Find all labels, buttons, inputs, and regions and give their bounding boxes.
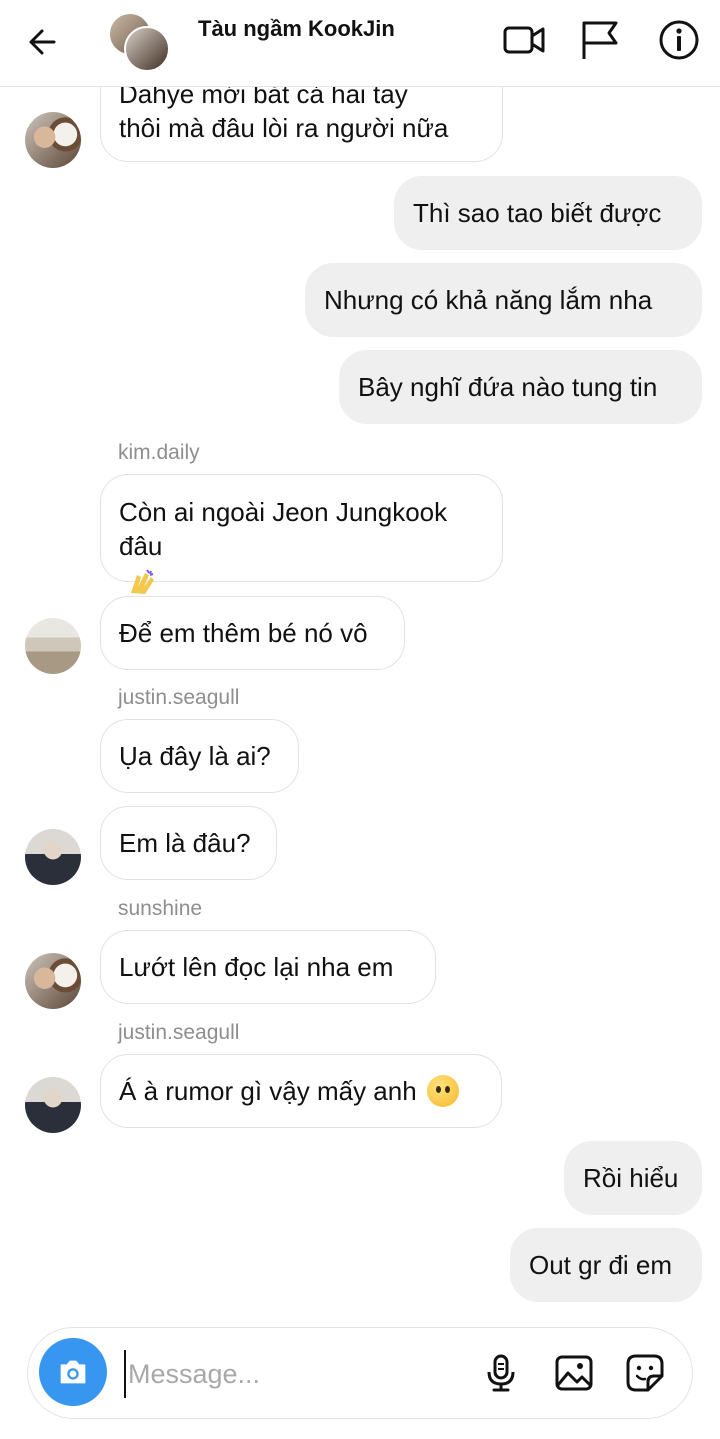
avatar-sender[interactable]: [25, 953, 81, 1009]
info-icon[interactable]: [657, 18, 701, 62]
avatar-sender[interactable]: [25, 1077, 81, 1133]
message-thread: Dahye mới bắt cả hai tay thôi mà đâu lòi…: [0, 0, 720, 1439]
message-bubble-outgoing[interactable]: Rồi hiểu: [564, 1141, 702, 1215]
chat-title[interactable]: Tàu ngầm KookJin: [198, 16, 395, 42]
message-bubble-incoming[interactable]: Còn ai ngoài Jeon Jungkook đâu: [100, 474, 503, 595]
message-composer: [27, 1327, 693, 1419]
message-text: thôi mà đâu lòi ra người nữa: [119, 113, 449, 143]
message-text: Nhưng có khả năng lắm nha: [324, 285, 653, 315]
message-bubble-outgoing[interactable]: Thì sao tao biết được: [394, 176, 702, 250]
message-text: Ụa đây là ai?: [119, 741, 271, 771]
message-text: Bây nghĩ đứa nào tung tin: [358, 372, 658, 402]
message-bubble-incoming[interactable]: Để em thêm bé nó vô: [100, 596, 405, 670]
message-bubble-incoming[interactable]: Em là đâu?: [100, 806, 277, 880]
video-call-icon[interactable]: [502, 18, 546, 62]
message-line: đâu: [119, 529, 484, 597]
sender-name: justin.seagull: [118, 1021, 240, 1044]
hushed-face-emoji: [426, 1075, 459, 1107]
back-arrow-icon[interactable]: [24, 22, 64, 62]
avatar-sender[interactable]: [25, 618, 81, 674]
message-input[interactable]: [124, 1350, 460, 1398]
message-bubble-incoming[interactable]: Ụa đây là ai?: [100, 719, 299, 793]
message-text: Để em thêm bé nó vô: [119, 618, 368, 648]
microphone-icon[interactable]: [480, 1352, 522, 1394]
avatar-sender[interactable]: [25, 112, 81, 168]
sender-name: sunshine: [118, 897, 203, 920]
message-bubble-outgoing[interactable]: Out gr đi em: [510, 1228, 702, 1302]
message-text: Á à rumor gì vậy mấy anh: [119, 1076, 417, 1106]
message-text: Rồi hiểu: [583, 1163, 679, 1193]
flag-icon[interactable]: [578, 18, 622, 62]
sticker-icon[interactable]: [624, 1352, 666, 1394]
group-avatar[interactable]: [108, 12, 170, 72]
gallery-icon[interactable]: [553, 1352, 595, 1394]
message-text: Out gr đi em: [529, 1250, 673, 1280]
message-bubble-outgoing[interactable]: Bây nghĩ đứa nào tung tin: [339, 350, 702, 424]
sender-name: kim.daily: [118, 441, 200, 464]
avatar-sender[interactable]: [25, 829, 81, 885]
camera-button[interactable]: [39, 1338, 107, 1406]
sender-name: justin.seagull: [118, 686, 240, 709]
message-text: Còn ai ngoài Jeon Jungkook: [119, 497, 448, 527]
message-text: đâu: [119, 531, 163, 561]
message-text: Thì sao tao biết được: [413, 198, 662, 228]
group-avatar-photo: [124, 26, 170, 72]
message-text: Em là đâu?: [119, 828, 251, 858]
waving-hands-emoji: [131, 569, 154, 595]
message-bubble-incoming[interactable]: Á à rumor gì vậy mấy anh: [100, 1054, 502, 1128]
message-bubble-incoming[interactable]: Lướt lên đọc lại nha em: [100, 930, 436, 1004]
message-text: Lướt lên đọc lại nha em: [119, 952, 394, 982]
camera-icon: [60, 1360, 86, 1384]
chat-header: Tàu ngầm KookJin: [0, 0, 720, 87]
message-bubble-outgoing[interactable]: Nhưng có khả năng lắm nha: [305, 263, 702, 337]
